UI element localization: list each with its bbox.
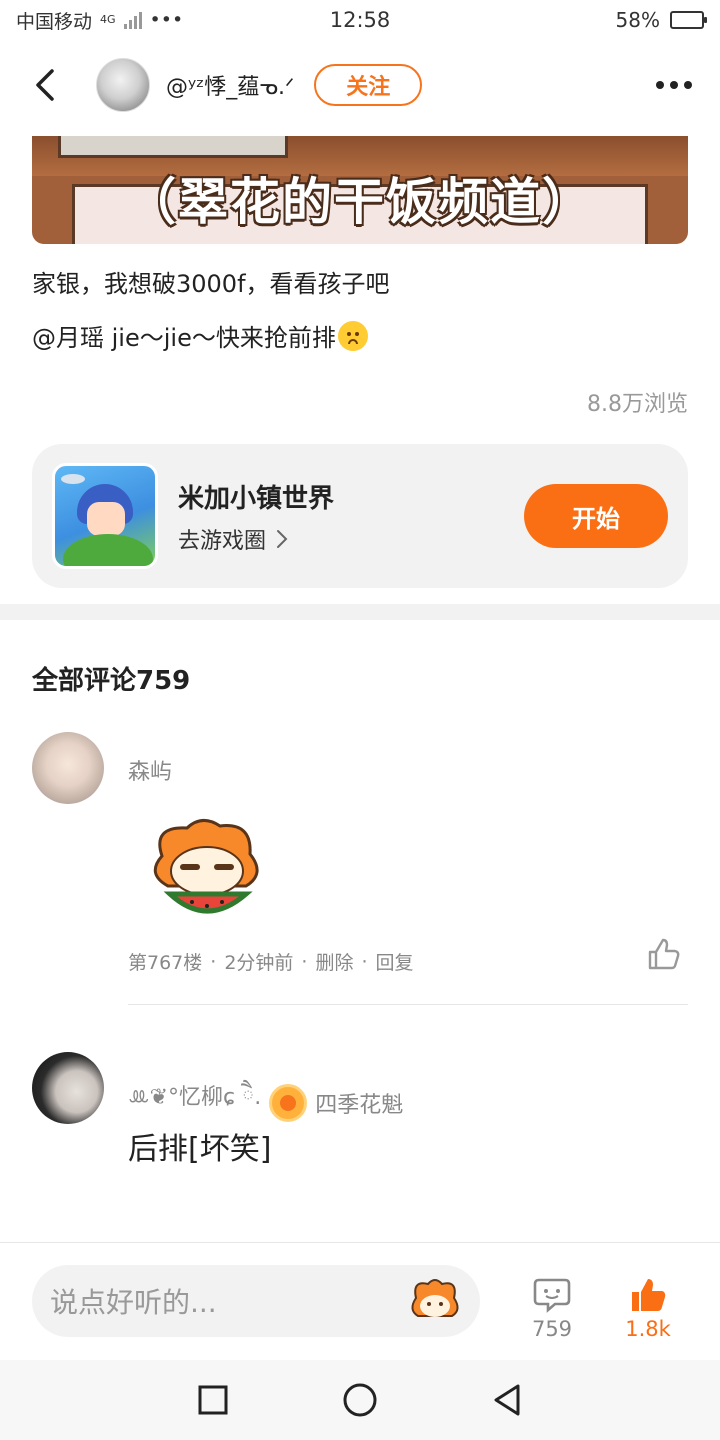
status-left: 中国移动 4G ••• [16,7,183,34]
comment-text: 后排[坏笑] [128,1132,272,1167]
game-circle-label: 去游戏圈 [178,528,267,554]
recent-apps-button[interactable] [189,1376,237,1424]
status-right: 58% [615,8,707,32]
banner-caption: （翠花的干饭频道） [126,173,594,231]
like-count-button[interactable]: 1.8k [608,1277,688,1341]
more-icon[interactable] [650,65,698,105]
thumb-up-filled-icon [632,1279,666,1311]
back-button[interactable] [22,61,70,109]
title-badge-icon [269,1084,308,1122]
post-text-line2: @月瑶 jie～jie～快来抢前排 [32,318,368,353]
circle-icon [343,1383,377,1417]
comment-input-placeholder: 说点好听的... [50,1286,217,1319]
comment-count: 759 [531,1317,573,1341]
follow-button[interactable]: 关注 [314,64,423,106]
commenter-name[interactable]: 森屿 [128,754,172,786]
home-button[interactable] [336,1376,384,1424]
view-count: 8.8万浏览 [587,392,688,417]
network-label: 4G [100,13,116,26]
like-count: 1.8k [625,1317,671,1341]
comments-title: 全部评论759 [32,666,191,696]
frown-emoji-icon [337,320,368,351]
square-icon [198,1385,228,1415]
reply-link[interactable]: 回复 [376,948,414,975]
thumb-up-icon[interactable] [646,936,682,972]
battery-percent: 58% [615,8,660,32]
chevron-right-icon [277,529,288,548]
commenter-avatar[interactable] [32,732,104,804]
start-game-button[interactable]: 开始 [524,484,668,548]
author-avatar[interactable] [96,58,150,112]
comment-count-button[interactable]: 759 [512,1277,592,1341]
back-arrow-icon [36,69,54,101]
carrier-label: 中国移动 [16,10,93,33]
comment-time: 2分钟前 [224,952,294,974]
shelf-graphic [58,136,288,158]
game-circle-link[interactable]: 去游戏圈 [178,523,334,555]
comment-item: 森屿 第767楼 · 2分钟前 · 删除 · 回复 [32,732,688,1012]
signal-icon [123,11,142,29]
system-nav-bar [0,1360,720,1440]
comment-separator [128,1004,688,1005]
game-info: 米加小镇世界 去游戏圈 [178,478,334,555]
post-header: @ʸᶻ悸_蕴ᓀ.ᐟ 关注 [0,50,720,120]
section-divider [0,604,720,620]
title-badge-label: 四季花魁 [315,1093,404,1118]
comment-input[interactable]: 说点好听的... [32,1265,480,1337]
status-bar: 中国移动 4G ••• 12:58 58% [0,0,720,40]
comment-meta: 第767楼 · 2分钟前 · 删除 · 回复 [128,948,414,975]
sticker-icon[interactable] [408,1276,462,1326]
game-title: 米加小镇世界 [178,483,335,514]
delete-link[interactable]: 删除 [315,948,353,975]
bottom-bar: 说点好听的... 759 1.8k [0,1242,720,1358]
commenter-avatar[interactable] [32,1052,104,1124]
post-image[interactable]: （翠花的干饭频道） [32,136,688,244]
post-text-line1: 家银，我想破3000f，看看孩子吧 [32,270,390,298]
system-back-button[interactable] [483,1376,531,1424]
floor-number: 第767楼 [128,952,203,974]
comment-bubble-icon [533,1278,571,1313]
watermelon-sticker[interactable] [142,816,272,926]
game-app-icon[interactable] [52,463,158,569]
more-status-icon: ••• [149,9,184,31]
triangle-back-icon [494,1384,520,1416]
comment-item: ꔛ❦°忆柳ɕ ཻ. 四季花魁 后排[坏笑] [32,1052,688,1192]
game-card[interactable]: 米加小镇世界 去游戏圈 开始 [32,444,688,588]
author-name[interactable]: @ʸᶻ悸_蕴ᓀ.ᐟ [166,69,294,101]
post-text-line2-label: @月瑶 jie～jie～快来抢前排 [32,324,336,352]
battery-icon [670,11,707,29]
